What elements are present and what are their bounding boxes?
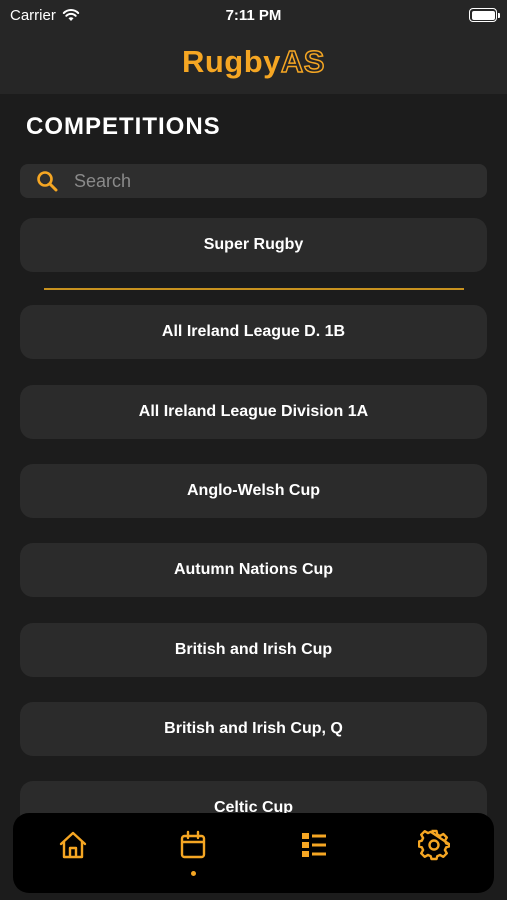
status-left: Carrier: [10, 7, 80, 24]
status-bar: Carrier 7:11 PM: [0, 0, 507, 30]
competition-card[interactable]: Anglo-Welsh Cup: [20, 464, 487, 518]
competition-label: All Ireland League Division 1A: [138, 403, 369, 420]
app-logo: RugbyAS: [181, 43, 325, 80]
tab-settings[interactable]: [404, 829, 464, 861]
competition-card[interactable]: British and Irish Cup: [20, 623, 487, 677]
home-icon: [59, 831, 87, 859]
list-icon: [301, 833, 326, 857]
competition-label: Autumn Nations Cup: [173, 561, 334, 578]
wifi-icon: [62, 9, 80, 21]
active-tab-indicator: [190, 871, 196, 876]
page-title: COMPETITIONS: [26, 113, 221, 140]
competition-label: British and Irish Cup, Q: [164, 720, 343, 737]
app-header: RugbyAS: [0, 30, 507, 94]
tab-calendar[interactable]: [163, 829, 223, 876]
competition-label: Anglo-Welsh Cup: [186, 482, 321, 499]
battery-icon: [469, 8, 500, 22]
tab-bar: [13, 813, 494, 893]
competition-card[interactable]: All Ireland League Division 1A: [20, 385, 487, 439]
competition-label: All Ireland League D. 1B: [161, 323, 346, 340]
logo-text-rugby: Rugby: [181, 44, 281, 79]
competition-card-featured[interactable]: Super Rugby: [20, 218, 487, 272]
competition-card[interactable]: All Ireland League D. 1B: [20, 305, 487, 359]
carrier-label: Carrier: [10, 6, 56, 24]
section-divider: [44, 288, 464, 290]
competition-card[interactable]: British and Irish Cup, Q: [20, 702, 487, 756]
competition-label: British and Irish Cup: [174, 641, 333, 658]
competition-card[interactable]: Autumn Nations Cup: [20, 543, 487, 597]
search-bar[interactable]: [20, 164, 487, 198]
settings-gear-icon: [417, 829, 450, 861]
competition-label: Super Rugby: [203, 236, 304, 253]
calendar-icon: [181, 830, 206, 859]
tab-list[interactable]: [284, 829, 344, 861]
search-icon: [37, 171, 58, 192]
logo-text-as: AS: [280, 43, 325, 80]
tab-home[interactable]: [43, 829, 103, 861]
search-input[interactable]: [74, 170, 454, 192]
